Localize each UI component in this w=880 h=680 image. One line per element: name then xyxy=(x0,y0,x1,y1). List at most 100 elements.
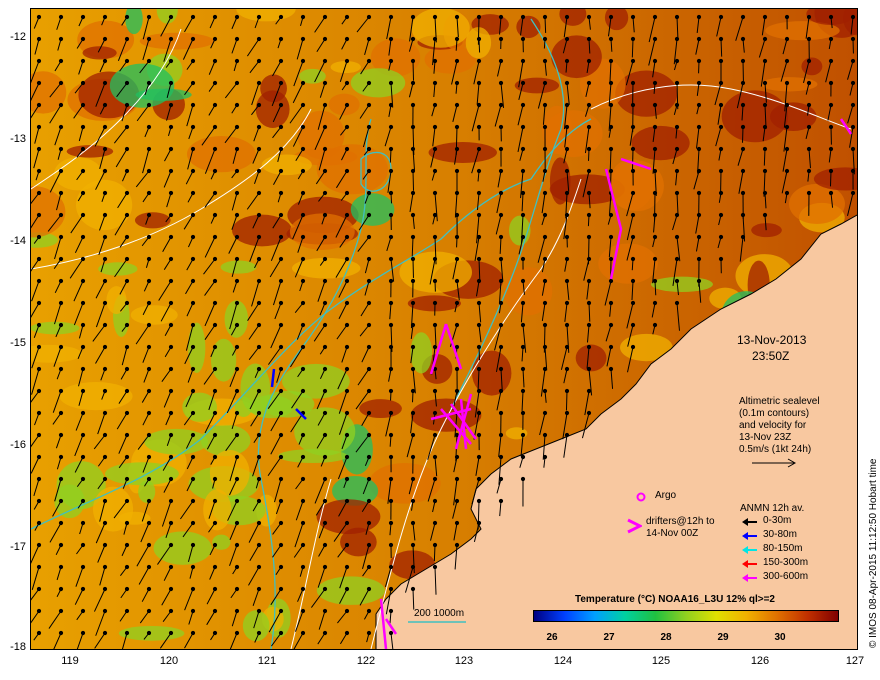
velocity-arrow-head xyxy=(366,608,372,614)
velocity-arrow-head xyxy=(564,146,570,152)
velocity-arrow-head xyxy=(80,366,86,372)
velocity-arrow-head xyxy=(740,102,746,108)
velocity-arrow-head xyxy=(586,344,592,350)
velocity-arrow-head xyxy=(146,366,152,372)
velocity-arrow-head xyxy=(498,476,504,482)
velocity-arrow-head xyxy=(740,80,746,86)
velocity-arrow-head xyxy=(476,58,482,64)
velocity-arrow-head xyxy=(608,366,614,372)
velocity-arrow-head xyxy=(80,432,86,438)
velocity-arrow-head xyxy=(674,256,680,262)
velocity-arrow-head xyxy=(190,344,196,350)
velocity-arrow-head xyxy=(850,124,856,130)
velocity-arrow-head xyxy=(256,366,262,372)
velocity-arrow-head xyxy=(256,14,262,20)
velocity-arrow-head xyxy=(740,212,746,218)
velocity-arrow-head xyxy=(674,168,680,174)
velocity-arrow-head xyxy=(630,58,636,64)
velocity-arrow-head xyxy=(586,278,592,284)
velocity-arrow-head xyxy=(124,388,130,394)
velocity-arrow-head xyxy=(256,322,262,328)
velocity-arrow-head xyxy=(322,476,328,482)
velocity-arrow-head xyxy=(410,36,416,42)
velocity-arrow-head xyxy=(168,344,174,350)
velocity-arrow-head xyxy=(388,498,394,504)
lon-tick: 124 xyxy=(553,655,573,667)
velocity-arrow-head xyxy=(300,586,306,592)
velocity-arrow-head xyxy=(322,190,328,196)
velocity-arrow-head xyxy=(256,58,262,64)
velocity-arrow-head xyxy=(454,344,460,350)
velocity-arrow-head xyxy=(234,498,240,504)
velocity-arrow-head xyxy=(256,146,262,152)
velocity-arrow-head xyxy=(256,234,262,240)
velocity-arrow-head xyxy=(300,476,306,482)
velocity-arrow-head xyxy=(608,344,614,350)
velocity-arrow-head xyxy=(344,586,350,592)
velocity-arrow-head xyxy=(146,564,152,570)
velocity-arrow-head xyxy=(58,454,64,460)
velocity-arrow xyxy=(412,60,415,81)
velocity-arrow-head xyxy=(190,322,196,328)
velocity-arrow-head xyxy=(146,300,152,306)
velocity-arrow-head xyxy=(102,14,108,20)
velocity-arrow-head xyxy=(366,432,372,438)
velocity-arrow-head xyxy=(674,190,680,196)
velocity-arrow-head xyxy=(300,102,306,108)
velocity-arrow-head xyxy=(190,278,196,284)
velocity-arrow-head xyxy=(542,234,548,240)
velocity-arrow-head xyxy=(146,80,152,86)
depth-label: 30-80m xyxy=(763,529,797,540)
velocity-arrow-head xyxy=(124,256,130,262)
velocity-arrow-head xyxy=(80,630,86,636)
velocity-arrow-head xyxy=(58,124,64,130)
velocity-arrow-head xyxy=(168,542,174,548)
velocity-arrow-head xyxy=(102,256,108,262)
velocity-arrow-head xyxy=(234,520,240,526)
velocity-arrow-head xyxy=(696,58,702,64)
velocity-arrow-head xyxy=(740,58,746,64)
velocity-arrow-head xyxy=(168,322,174,328)
temperature-patch xyxy=(186,135,256,173)
velocity-arrow-head xyxy=(146,388,152,394)
velocity-arrow-head xyxy=(454,498,460,504)
velocity-arrow-head xyxy=(498,300,504,306)
velocity-arrow-head xyxy=(168,190,174,196)
velocity-arrow-head xyxy=(300,14,306,20)
velocity-arrow-head xyxy=(300,498,306,504)
velocity-arrow-head xyxy=(850,80,856,86)
velocity-arrow-head xyxy=(454,102,460,108)
temperature-patch xyxy=(316,576,385,605)
velocity-arrow-head xyxy=(278,454,284,460)
temperature-patch xyxy=(232,214,292,247)
velocity-arrow-head xyxy=(652,322,658,328)
velocity-arrow-head xyxy=(784,190,790,196)
colorbar-tick: 28 xyxy=(660,632,672,643)
velocity-arrow-head xyxy=(58,564,64,570)
velocity-arrow-head xyxy=(564,344,570,350)
velocity-arrow-head xyxy=(762,190,768,196)
velocity-arrow-head xyxy=(256,564,262,570)
velocity-arrow-head xyxy=(124,168,130,174)
velocity-arrow-head xyxy=(388,102,394,108)
temperature-patch xyxy=(598,243,658,284)
velocity-arrow-head xyxy=(586,80,592,86)
velocity-arrow-head xyxy=(520,234,526,240)
velocity-arrow-head xyxy=(564,234,570,240)
velocity-arrow-head xyxy=(102,146,108,152)
velocity-arrow-head xyxy=(36,366,42,372)
lat-tick: -12 xyxy=(10,31,26,43)
velocity-arrow-head xyxy=(300,564,306,570)
velocity-arrow-head xyxy=(498,410,504,416)
velocity-arrow-head xyxy=(564,14,570,20)
velocity-arrow-head xyxy=(388,432,394,438)
velocity-arrow-head xyxy=(344,102,350,108)
velocity-arrow-head xyxy=(608,124,614,130)
velocity-arrow-head xyxy=(344,146,350,152)
velocity-arrow-head xyxy=(828,80,834,86)
velocity-arrow-head xyxy=(80,344,86,350)
velocity-arrow-head xyxy=(454,388,460,394)
velocity-arrow-head xyxy=(102,520,108,526)
velocity-arrow-head xyxy=(234,608,240,614)
velocity-arrow-head xyxy=(696,14,702,20)
